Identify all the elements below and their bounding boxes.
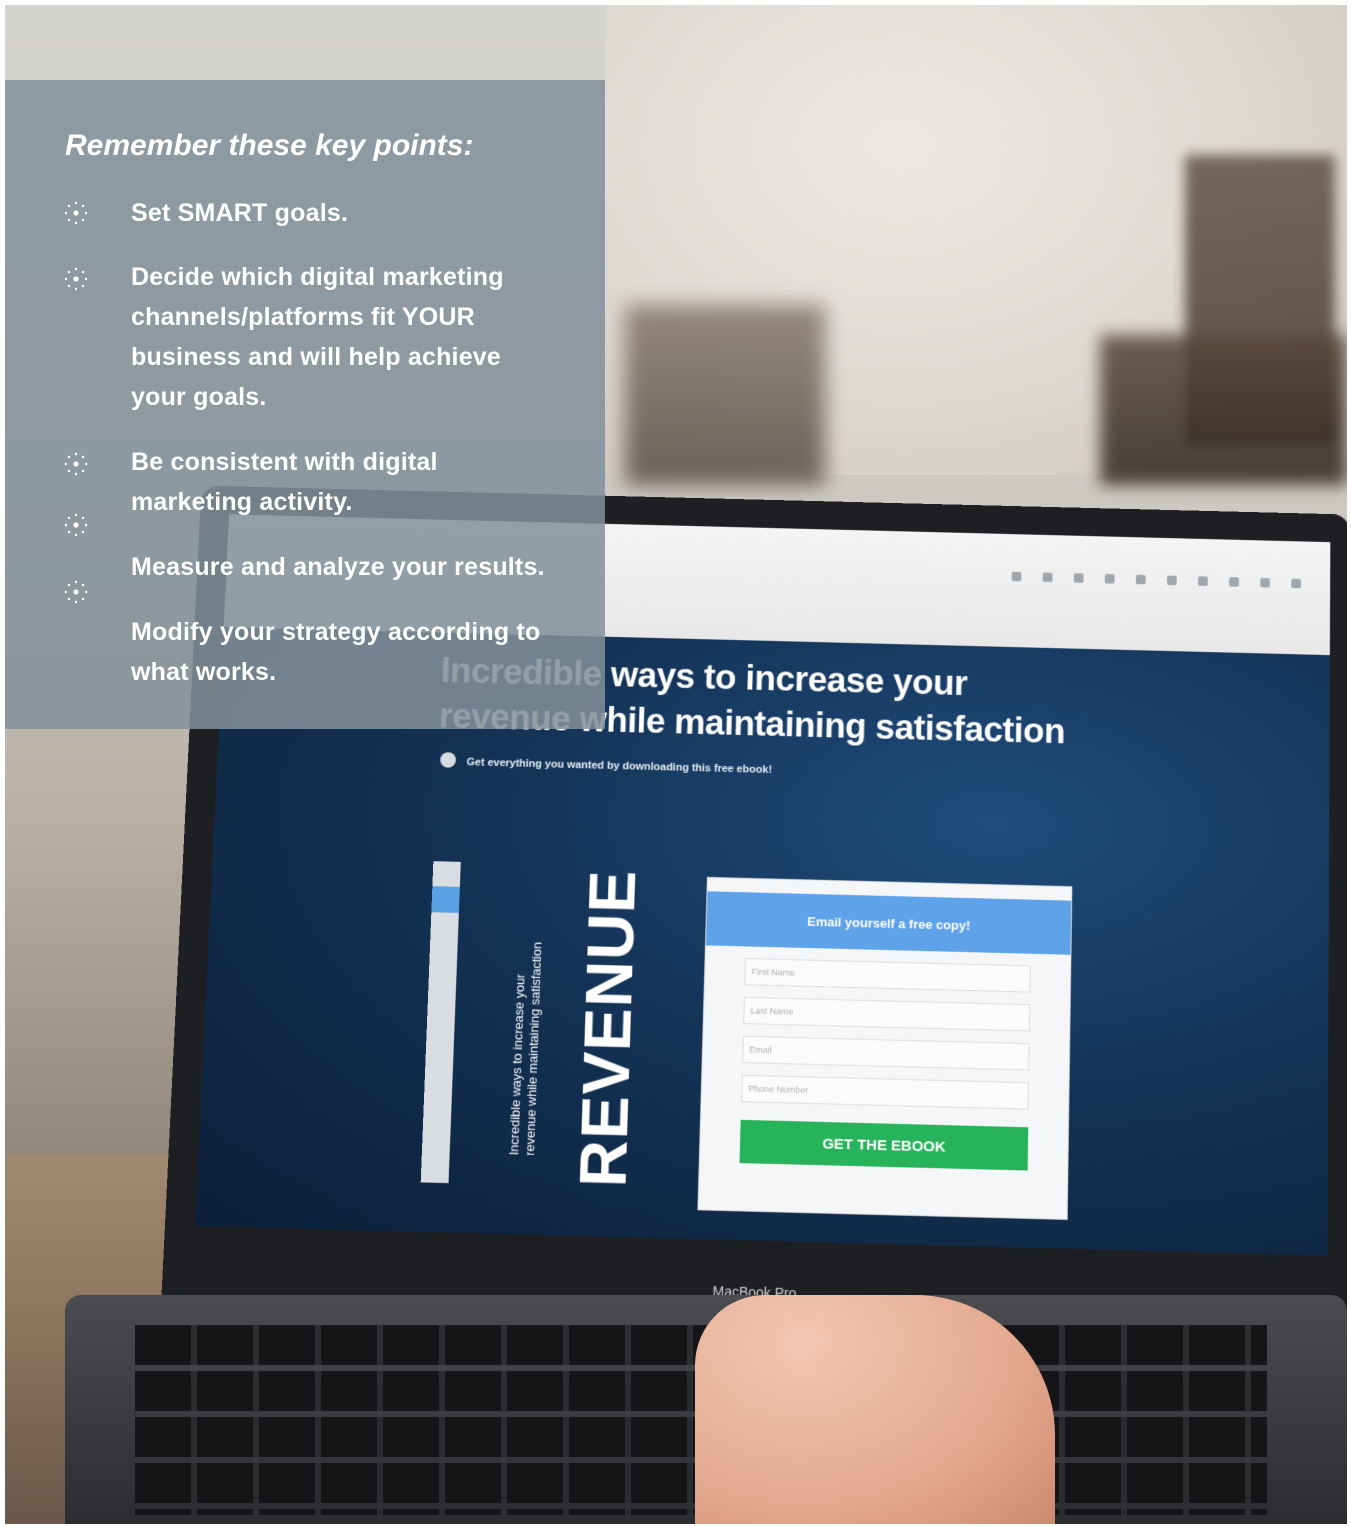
blurred-shelf: [625, 305, 825, 485]
toolbar-icon: [1198, 576, 1208, 586]
key-point-text: Be consistent with digital marketing act…: [131, 442, 561, 522]
toolbar-icon: [1074, 573, 1084, 583]
key-point-text: Modify your strategy according to what w…: [131, 612, 561, 692]
email-field[interactable]: Email: [742, 1036, 1029, 1071]
dotted-sun-icon: [63, 200, 89, 226]
key-point-text: Measure and analyze your results.: [131, 547, 561, 587]
dotted-sun-icon: [63, 451, 89, 477]
toolbar-icon: [1105, 574, 1115, 584]
ebook-signup-form: Email yourself a free copy! First Name L…: [698, 878, 1071, 1219]
key-points-panel: Remember these key points: Set SMART goa…: [5, 80, 605, 729]
toolbar-icon: [1043, 572, 1053, 582]
toolbar-icon: [1167, 576, 1177, 586]
toolbar-icon: [1012, 572, 1022, 582]
landing-subtext: Get everything you wanted by downloading…: [466, 757, 772, 776]
toolbar-icon: [1260, 578, 1270, 588]
key-point-text: Set SMART goals.: [131, 193, 561, 233]
ebook-cover-stripe: [421, 861, 461, 1183]
toolbar-icon: [1136, 575, 1146, 585]
toolbar-icon: [1291, 579, 1301, 589]
ebook-cover-word: REVENUE: [565, 869, 650, 1189]
ebook-cover-title: Incredible ways to increase your revenue…: [506, 941, 545, 1155]
phone-number-field[interactable]: Phone Number: [741, 1075, 1029, 1110]
pointing-hand: [695, 1295, 1055, 1524]
form-heading: Email yourself a free copy!: [706, 891, 1071, 954]
get-ebook-button[interactable]: GET THE EBOOK: [739, 1120, 1028, 1171]
toolbar-icon: [1229, 577, 1239, 587]
key-points-list: Set SMART goals. Decide which digital ma…: [5, 80, 605, 729]
dotted-sun-icon: [63, 579, 89, 605]
subtext-bullet-icon: [440, 752, 456, 768]
dotted-sun-icon: [63, 512, 89, 538]
blurred-shelf: [1100, 335, 1347, 485]
first-name-field[interactable]: First Name: [744, 958, 1031, 993]
last-name-field[interactable]: Last Name: [743, 997, 1030, 1032]
key-point-text: Decide which digital marketing channels/…: [131, 257, 561, 417]
toolbar-icons: [1012, 572, 1301, 589]
dotted-sun-icon: [63, 266, 89, 292]
